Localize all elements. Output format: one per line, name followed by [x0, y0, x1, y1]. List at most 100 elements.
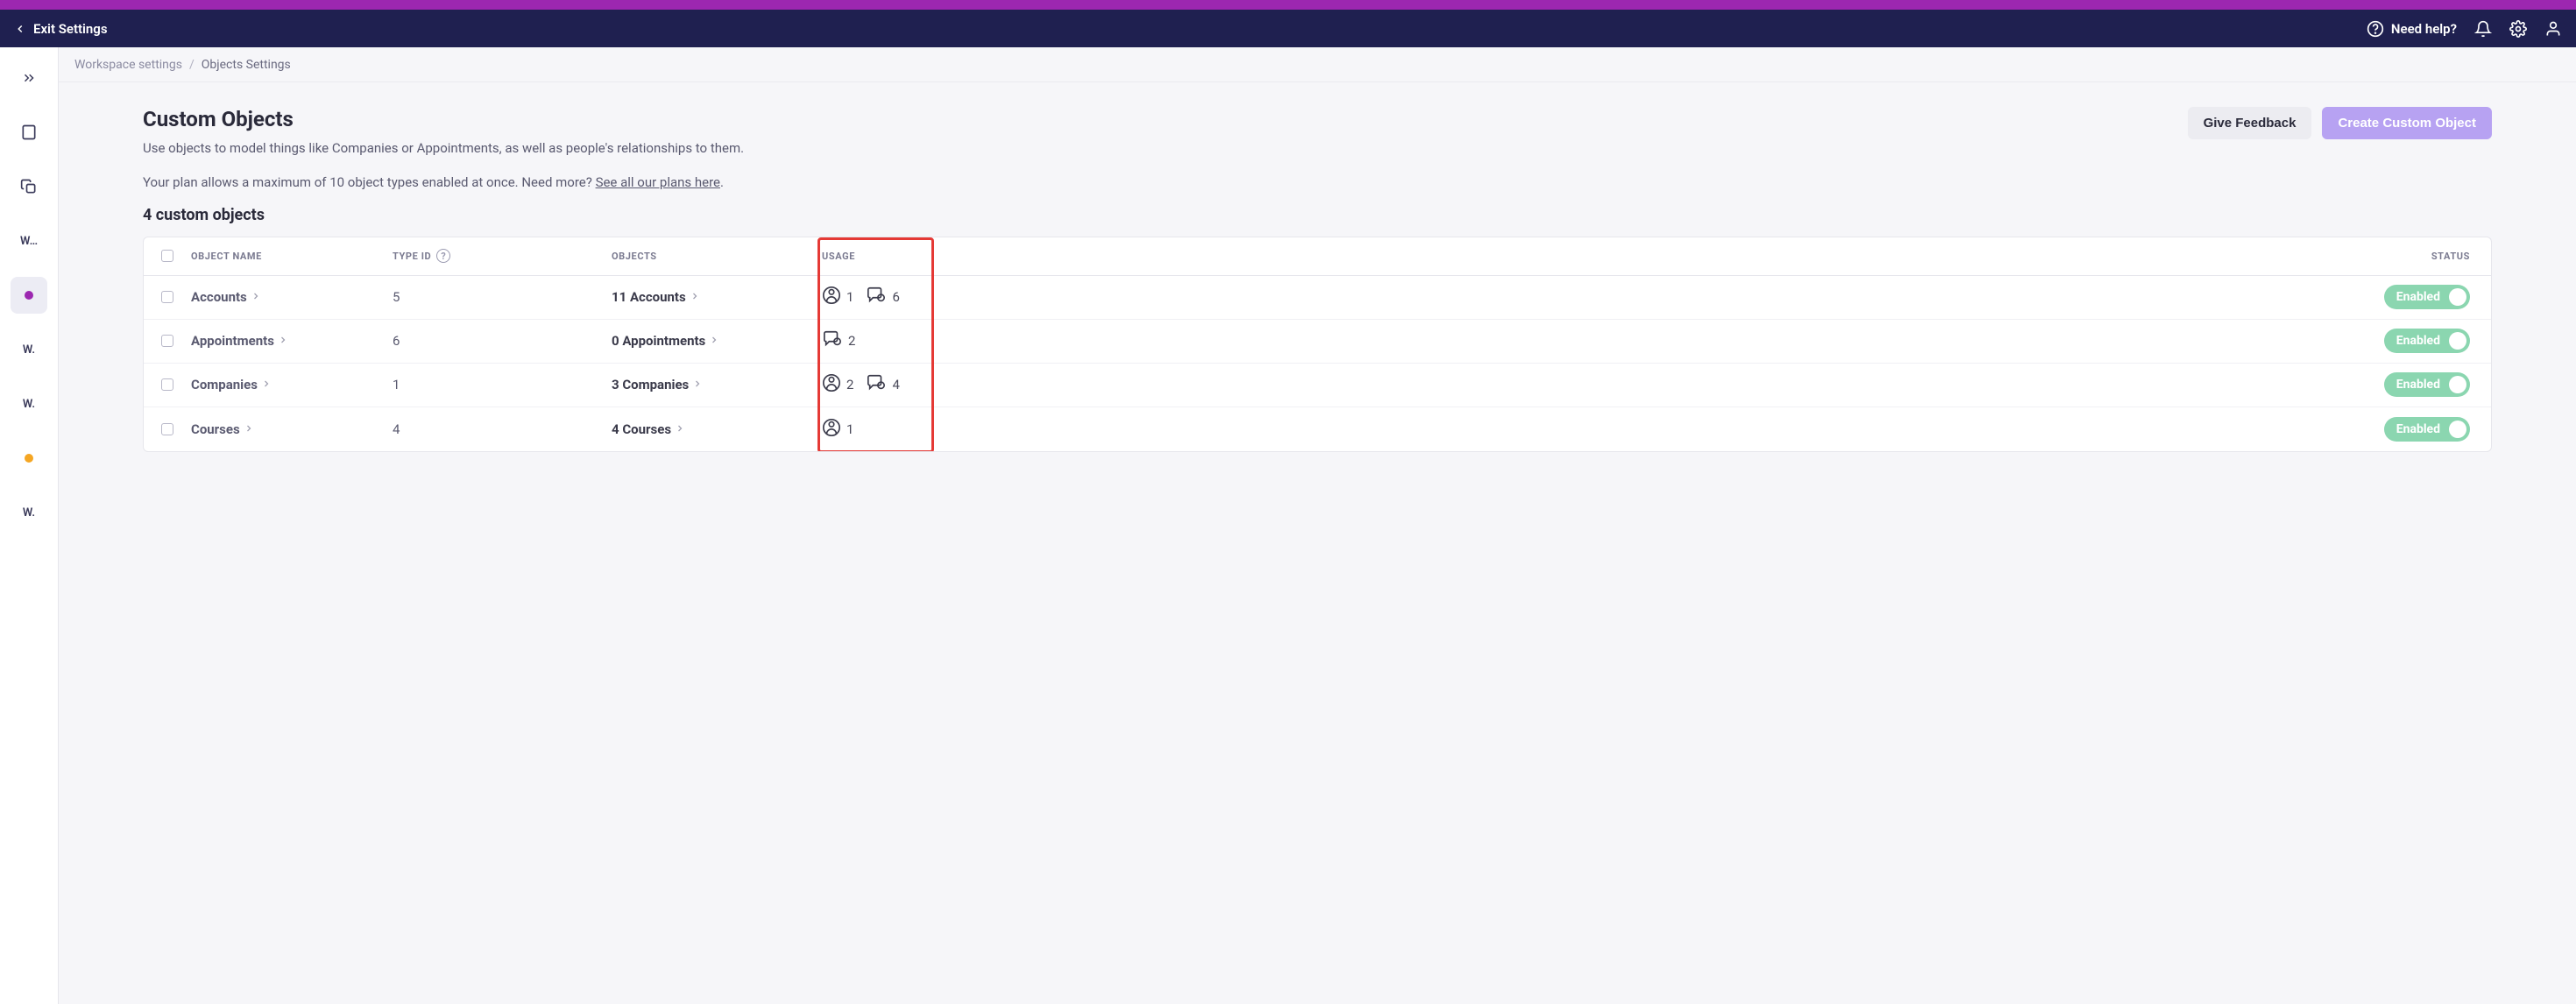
- select-all-checkbox[interactable]: [161, 250, 173, 262]
- usage-people: 1: [822, 418, 853, 441]
- table-header-row: OBJECT NAME TYPE ID ? OBJECTS USAGE STAT…: [144, 237, 2491, 276]
- chevron-right-icon: [709, 333, 719, 349]
- breadcrumb-current: Objects Settings: [202, 58, 291, 72]
- table-row: Appointments 60 Appointments 2 Enabled: [144, 320, 2491, 364]
- row-checkbox[interactable]: [161, 335, 173, 347]
- breadcrumb: Workspace settings / Objects Settings: [59, 47, 2576, 82]
- rail-workspace-1[interactable]: W…: [11, 223, 47, 259]
- exit-settings-button[interactable]: Exit Settings: [14, 21, 108, 37]
- help-circle-icon[interactable]: ?: [436, 249, 450, 263]
- rail-workspace-3[interactable]: W.: [11, 385, 47, 422]
- brand-strip: [0, 0, 2576, 10]
- status-toggle[interactable]: Enabled: [2384, 285, 2470, 309]
- rail-workspace-4[interactable]: W.: [11, 494, 47, 531]
- breadcrumb-root[interactable]: Workspace settings: [74, 58, 182, 72]
- status-toggle-label: Enabled: [2396, 290, 2440, 304]
- rail-copy-icon[interactable]: [11, 168, 47, 205]
- bell-icon[interactable]: [2474, 20, 2492, 38]
- toggle-knob: [2449, 332, 2466, 350]
- table-row: Courses 44 Courses 1 Enabled: [144, 407, 2491, 451]
- objects-count-link[interactable]: 4 Courses: [612, 421, 822, 437]
- objects-table: OBJECT NAME TYPE ID ? OBJECTS USAGE STAT…: [143, 237, 2492, 452]
- object-name-text: Appointments: [191, 333, 274, 349]
- usage-cell: 2: [822, 329, 1102, 352]
- chevron-left-icon: [14, 23, 26, 35]
- breadcrumb-separator: /: [189, 58, 195, 72]
- objects-count-text: 3 Companies: [612, 377, 689, 392]
- status-toggle-label: Enabled: [2396, 378, 2440, 392]
- plan-note-prefix: Your plan allows a maximum of 10 object …: [143, 174, 596, 190]
- usage-people-count: 1: [846, 289, 853, 305]
- toggle-knob: [2449, 288, 2466, 306]
- usage-cell: 1: [822, 418, 1102, 441]
- person-circle-icon: [822, 286, 841, 308]
- usage-people-count: 2: [846, 377, 853, 392]
- usage-messages: 6: [866, 286, 899, 308]
- objects-count-link[interactable]: 11 Accounts: [612, 289, 822, 305]
- chevron-right-icon: [244, 421, 254, 437]
- col-usage: USAGE: [822, 251, 1102, 262]
- rail-expand-button[interactable]: [11, 60, 47, 96]
- object-name-link[interactable]: Appointments: [191, 333, 393, 349]
- gear-icon[interactable]: [2509, 20, 2527, 38]
- objects-count-text: 0 Appointments: [612, 333, 705, 349]
- objects-count-link[interactable]: 3 Companies: [612, 377, 822, 392]
- col-type-id: TYPE ID ?: [393, 249, 612, 263]
- usage-messages-count: 2: [848, 333, 855, 349]
- toggle-knob: [2449, 421, 2466, 438]
- col-status: STATUS: [1102, 251, 2491, 262]
- usage-messages-count: 6: [892, 289, 899, 305]
- plan-note: Your plan allows a maximum of 10 object …: [143, 174, 2492, 190]
- status-toggle[interactable]: Enabled: [2384, 372, 2470, 397]
- object-name-link[interactable]: Accounts: [191, 289, 393, 305]
- give-feedback-button[interactable]: Give Feedback: [2188, 107, 2312, 139]
- col-type-id-label: TYPE ID: [393, 251, 431, 262]
- object-name-text: Accounts: [191, 289, 247, 305]
- row-checkbox[interactable]: [161, 423, 173, 435]
- page-title: Custom Objects: [143, 107, 744, 131]
- objects-count-link[interactable]: 0 Appointments: [612, 333, 822, 349]
- type-id-value: 4: [393, 421, 612, 437]
- objects-count-text: 4 Courses: [612, 421, 671, 437]
- objects-count-heading: 4 custom objects: [143, 206, 2492, 224]
- chevron-right-icon: [692, 377, 703, 392]
- user-icon[interactable]: [2544, 20, 2562, 38]
- person-circle-icon: [822, 373, 841, 396]
- col-object-name: OBJECT NAME: [191, 251, 393, 262]
- type-id-value: 1: [393, 377, 612, 392]
- rail-workspace-active[interactable]: [11, 277, 47, 314]
- row-checkbox[interactable]: [161, 291, 173, 303]
- rail-workspace-dot-orange[interactable]: [11, 440, 47, 477]
- col-objects: OBJECTS: [612, 251, 822, 262]
- usage-people: 2: [822, 373, 853, 396]
- object-name-link[interactable]: Courses: [191, 421, 393, 437]
- toggle-knob: [2449, 376, 2466, 393]
- usage-people-count: 1: [846, 421, 853, 437]
- person-circle-icon: [822, 418, 841, 441]
- status-toggle-label: Enabled: [2396, 334, 2440, 348]
- usage-messages: 2: [822, 329, 855, 352]
- create-custom-object-button[interactable]: Create Custom Object: [2322, 107, 2492, 139]
- status-toggle[interactable]: Enabled: [2384, 329, 2470, 353]
- object-name-link[interactable]: Companies: [191, 377, 393, 392]
- see-plans-link[interactable]: See all our plans here: [596, 174, 720, 190]
- orange-dot-icon: [25, 454, 33, 463]
- type-id-value: 6: [393, 333, 612, 349]
- table-row: Accounts511 Accounts16Enabled: [144, 276, 2491, 320]
- usage-messages-count: 4: [892, 377, 899, 392]
- rail-workspace-2[interactable]: W.: [11, 331, 47, 368]
- usage-messages: 4: [866, 373, 899, 396]
- top-bar-actions: Need help?: [2367, 20, 2562, 38]
- need-help-label: Need help?: [2391, 21, 2457, 37]
- message-icon: [866, 373, 887, 396]
- need-help-button[interactable]: Need help?: [2367, 20, 2457, 38]
- object-name-text: Companies: [191, 377, 258, 392]
- row-checkbox[interactable]: [161, 378, 173, 391]
- rail-building-icon[interactable]: [11, 114, 47, 151]
- usage-cell: 24: [822, 373, 1102, 396]
- usage-people: 1: [822, 286, 853, 308]
- chevron-right-icon: [675, 421, 685, 437]
- object-name-text: Courses: [191, 421, 240, 437]
- status-toggle[interactable]: Enabled: [2384, 417, 2470, 442]
- help-circle-icon: [2367, 20, 2384, 38]
